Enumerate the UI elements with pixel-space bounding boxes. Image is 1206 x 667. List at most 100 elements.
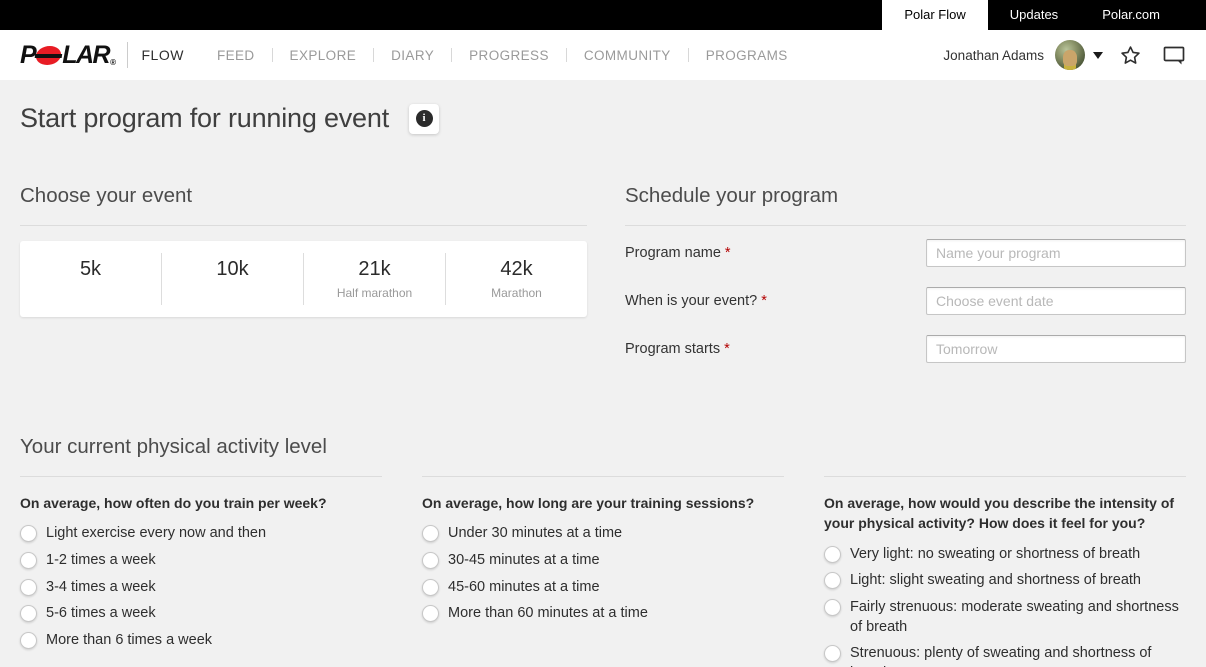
radio-icon xyxy=(422,579,439,596)
radio-icon xyxy=(20,605,37,622)
radio-label: Very light: no sweating or shortness of … xyxy=(850,545,1140,565)
required-asterisk: * xyxy=(724,341,730,357)
radio-icon xyxy=(422,552,439,569)
page-content: Start program for running event i Choose… xyxy=(0,80,1206,667)
page-title: Start program for running event xyxy=(20,103,389,134)
nav-divider xyxy=(127,42,128,68)
user-name[interactable]: Jonathan Adams xyxy=(943,48,1044,63)
messages-icon[interactable] xyxy=(1162,44,1186,66)
tab-updates[interactable]: Updates xyxy=(988,0,1080,30)
event-date-input[interactable] xyxy=(926,287,1186,315)
nav-item-feed[interactable]: FEED xyxy=(200,48,272,63)
main-navbar: PLAR® FLOW FEED EXPLORE DIARY PROGRESS C… xyxy=(0,30,1206,80)
radio-frequency-0[interactable]: Light exercise every now and then xyxy=(20,524,382,544)
radio-icon xyxy=(422,605,439,622)
program-name-input[interactable] xyxy=(926,239,1186,267)
event-option-42k[interactable]: 42k Marathon xyxy=(446,241,587,317)
radio-label: Fairly strenuous: moderate sweating and … xyxy=(850,598,1186,637)
radio-label: More than 6 times a week xyxy=(46,631,212,651)
event-subtitle: Marathon xyxy=(491,286,542,300)
radio-intensity-3[interactable]: Strenuous: plenty of sweating and shortn… xyxy=(824,644,1186,667)
question-intensity: On average, how would you describe the i… xyxy=(824,493,1186,534)
nav-item-progress[interactable]: PROGRESS xyxy=(452,48,566,63)
nav-menu: FEED EXPLORE DIARY PROGRESS COMMUNITY PR… xyxy=(184,48,805,63)
radio-duration-2[interactable]: 45-60 minutes at a time xyxy=(422,578,784,598)
event-option-5k[interactable]: 5k xyxy=(20,241,161,317)
info-icon: i xyxy=(416,110,433,127)
radio-duration-1[interactable]: 30-45 minutes at a time xyxy=(422,551,784,571)
nav-item-programs[interactable]: PROGRAMS xyxy=(689,48,805,63)
radio-label: 45-60 minutes at a time xyxy=(448,578,600,598)
section-divider xyxy=(20,225,587,226)
info-button[interactable]: i xyxy=(409,104,439,134)
event-value: 5k xyxy=(80,258,101,281)
choose-event-section: Choose your event 5k 10k 21k Half marath… xyxy=(20,184,587,383)
event-subtitle: Half marathon xyxy=(337,286,412,300)
radio-icon xyxy=(824,546,841,563)
radio-icon xyxy=(20,525,37,542)
radio-label: More than 60 minutes at a time xyxy=(448,604,648,624)
radio-duration-3[interactable]: More than 60 minutes at a time xyxy=(422,604,784,624)
polar-logo[interactable]: PLAR® xyxy=(20,41,114,70)
section-divider xyxy=(20,476,382,477)
activity-questions: On average, how often do you train per w… xyxy=(20,476,1186,667)
form-row-program-starts: Program starts* xyxy=(625,335,1186,363)
form-row-program-name: Program name* xyxy=(625,239,1186,267)
program-starts-input[interactable] xyxy=(926,335,1186,363)
avatar[interactable] xyxy=(1055,40,1085,70)
navbar-user-area: Jonathan Adams xyxy=(943,40,1186,70)
radio-intensity-2[interactable]: Fairly strenuous: moderate sweating and … xyxy=(824,598,1186,637)
radio-icon xyxy=(20,552,37,569)
section-divider xyxy=(625,225,1186,226)
radio-icon xyxy=(422,525,439,542)
program-name-label: Program name* xyxy=(625,245,731,261)
section-divider xyxy=(824,476,1186,477)
event-selector: 5k 10k 21k Half marathon 42k Marathon xyxy=(20,241,587,317)
radio-icon xyxy=(824,572,841,589)
nav-item-diary[interactable]: DIARY xyxy=(374,48,451,63)
event-value: 10k xyxy=(216,258,248,281)
radio-icon xyxy=(824,645,841,662)
question-group-intensity: On average, how would you describe the i… xyxy=(824,476,1186,667)
question-group-frequency: On average, how often do you train per w… xyxy=(20,476,382,667)
radio-label: Light: slight sweating and shortness of … xyxy=(850,571,1141,591)
top-bar: Polar Flow Updates Polar.com xyxy=(0,0,1206,30)
radio-frequency-2[interactable]: 3-4 times a week xyxy=(20,578,382,598)
nav-item-community[interactable]: COMMUNITY xyxy=(567,48,688,63)
radio-frequency-3[interactable]: 5-6 times a week xyxy=(20,604,382,624)
nav-item-flow[interactable]: FLOW xyxy=(141,47,183,63)
radio-intensity-1[interactable]: Light: slight sweating and shortness of … xyxy=(824,571,1186,591)
event-option-21k[interactable]: 21k Half marathon xyxy=(304,241,445,317)
question-duration: On average, how long are your training s… xyxy=(422,493,784,513)
event-option-10k[interactable]: 10k xyxy=(162,241,303,317)
radio-label: Strenuous: plenty of sweating and shortn… xyxy=(850,644,1186,667)
event-value: 42k xyxy=(500,258,532,281)
choose-event-heading: Choose your event xyxy=(20,184,587,208)
schedule-heading: Schedule your program xyxy=(625,184,1186,208)
polar-logo-text: PLAR® xyxy=(20,41,114,70)
form-row-event-date: When is your event?* xyxy=(625,287,1186,315)
event-date-label: When is your event?* xyxy=(625,293,767,309)
radio-label: 30-45 minutes at a time xyxy=(448,551,600,571)
required-asterisk: * xyxy=(761,293,767,309)
nav-item-explore[interactable]: EXPLORE xyxy=(273,48,374,63)
radio-label: Light exercise every now and then xyxy=(46,524,266,544)
radio-intensity-0[interactable]: Very light: no sweating or shortness of … xyxy=(824,545,1186,565)
event-value: 21k xyxy=(358,258,390,281)
radio-label: 3-4 times a week xyxy=(46,578,156,598)
radio-icon xyxy=(20,632,37,649)
radio-duration-0[interactable]: Under 30 minutes at a time xyxy=(422,524,784,544)
favorites-star-icon[interactable] xyxy=(1119,44,1142,67)
activity-heading: Your current physical activity level xyxy=(20,435,1186,459)
question-group-duration: On average, how long are your training s… xyxy=(422,476,784,667)
radio-frequency-1[interactable]: 1-2 times a week xyxy=(20,551,382,571)
tab-polar-flow[interactable]: Polar Flow xyxy=(882,0,987,30)
radio-icon xyxy=(824,599,841,616)
caret-down-icon[interactable] xyxy=(1093,52,1103,59)
radio-label: Under 30 minutes at a time xyxy=(448,524,622,544)
radio-frequency-4[interactable]: More than 6 times a week xyxy=(20,631,382,651)
section-divider xyxy=(422,476,784,477)
tab-polar-com[interactable]: Polar.com xyxy=(1080,0,1182,30)
radio-label: 5-6 times a week xyxy=(46,604,156,624)
schedule-section: Schedule your program Program name* When… xyxy=(625,184,1186,383)
